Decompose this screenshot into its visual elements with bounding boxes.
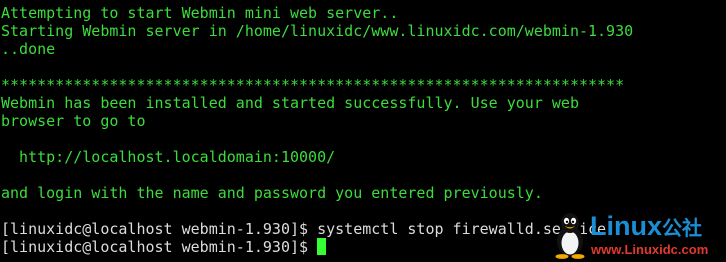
prompt-text: [linuxidc@localhost webmin-1.930]$ [1,238,318,256]
terminal-separator-line: ****************************************… [1,76,625,94]
tux-penguin-icon [555,213,585,259]
terminal-line: browser to go to [1,112,146,130]
terminal-line: Webmin has been installed and started su… [1,94,579,112]
terminal-url-line: http://localhost.localdomain:10000/ [1,148,336,166]
linuxidc-watermark: Linux公社 www.Linuxidc.com [550,211,720,259]
terminal-line: ..done [1,40,56,58]
text-cursor [317,238,327,255]
terminal-line: Starting Webmin server in /home/linuxidc… [1,22,634,40]
watermark-brand-latin: Linux [590,211,662,241]
watermark-brand: Linux公社 [590,212,702,243]
terminal-line: and login with the name and password you… [1,184,543,202]
terminal-line: Attempting to start Webmin mini web serv… [1,4,399,22]
watermark-url: www.Linuxidc.com [591,242,709,257]
watermark-brand-cn: 公社 [662,218,702,240]
